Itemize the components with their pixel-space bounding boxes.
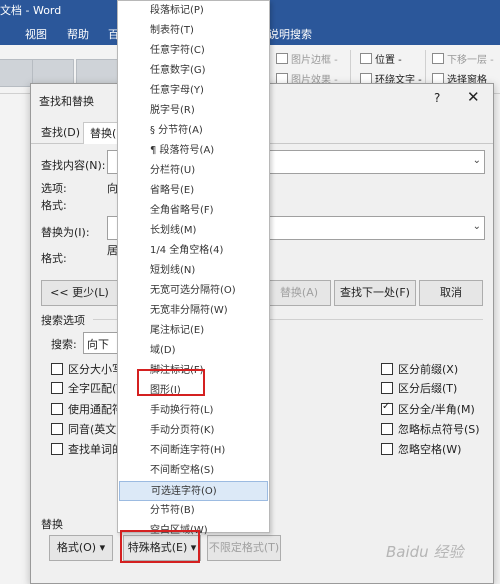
menu-item-any-letter[interactable]: 任意字母(Y) bbox=[119, 81, 268, 101]
checkbox-box[interactable] bbox=[51, 363, 63, 375]
checkbox-ignore-space[interactable]: 忽略空格(W) bbox=[381, 441, 461, 457]
find-what-label: 查找内容(N): bbox=[41, 159, 106, 172]
menu-item-caret[interactable]: 脱字号(R) bbox=[119, 101, 268, 121]
menu-item-endnote-mark[interactable]: 尾注标记(E) bbox=[119, 321, 268, 341]
menu-item-tab[interactable]: 制表符(T) bbox=[119, 21, 268, 41]
menu-item-section-char[interactable]: § 分节符(A) bbox=[119, 121, 268, 141]
menu-item-paragraph-mark[interactable]: 段落标记(P) bbox=[119, 1, 268, 21]
dialog-title: 查找和替换 bbox=[39, 95, 94, 108]
checkbox-box[interactable] bbox=[381, 423, 393, 435]
format-button[interactable]: 格式(O) ▾ bbox=[49, 535, 113, 561]
window-title: 文档 - Word bbox=[0, 4, 62, 17]
checkbox-wildcards[interactable]: 使用通配符 bbox=[51, 401, 123, 417]
menu-item-manual-page-break[interactable]: 手动分页符(K) bbox=[119, 421, 268, 441]
picture-border-icon bbox=[276, 53, 288, 64]
menu-item-non-breaking-hyphen[interactable]: 不间断连字符(H) bbox=[119, 441, 268, 461]
menu-item-section-break[interactable]: 分节符(B) bbox=[119, 501, 268, 521]
menu-item-fullwidth-ellipsis[interactable]: 全角省略号(F) bbox=[119, 201, 268, 221]
tab-find[interactable]: 查找(D) bbox=[35, 122, 86, 143]
menu-item-any-character[interactable]: 任意字符(C) bbox=[119, 41, 268, 61]
checkbox-match-suffix[interactable]: 区分后缀(T) bbox=[381, 380, 457, 396]
menu-item-optional-hyphen[interactable]: 可选连字符(O) bbox=[119, 481, 268, 501]
picture-style-thumb-1[interactable] bbox=[0, 59, 34, 87]
highlight-graphic-item bbox=[137, 369, 205, 396]
position-icon bbox=[360, 53, 372, 64]
checkbox-box[interactable] bbox=[381, 382, 393, 394]
replace-section-title: 替换 bbox=[41, 518, 63, 531]
replace-format-label: 格式: bbox=[41, 252, 67, 265]
replace-with-label: 替换为(I): bbox=[41, 226, 90, 239]
highlight-special-format-button bbox=[120, 530, 200, 563]
checkbox-box[interactable] bbox=[51, 423, 63, 435]
send-backward-button[interactable]: 下移一层 - bbox=[432, 51, 494, 66]
checkbox-box[interactable] bbox=[51, 382, 63, 394]
menu-item-ellipsis[interactable]: 省略号(E) bbox=[119, 181, 268, 201]
options-label: 选项: bbox=[41, 182, 67, 195]
checkbox-whole-word[interactable]: 全字匹配(Y) bbox=[51, 380, 127, 396]
close-icon[interactable]: ✕ bbox=[467, 88, 480, 106]
chevron-down-icon[interactable]: ⌄ bbox=[473, 221, 481, 232]
help-icon[interactable]: ? bbox=[434, 91, 440, 105]
menu-item-any-digit[interactable]: 任意数字(G) bbox=[119, 61, 268, 81]
less-button[interactable]: << 更少(L) bbox=[41, 280, 118, 306]
chevron-down-icon[interactable]: ⌄ bbox=[473, 155, 481, 166]
picture-border-button[interactable]: 图片边框 - bbox=[276, 51, 338, 66]
menu-item-field[interactable]: 域(D) bbox=[119, 341, 268, 361]
checkbox-sounds-like[interactable]: 同音(英文)( bbox=[51, 421, 125, 437]
search-direction-value: 向下 bbox=[87, 338, 109, 351]
checkbox-full-half-width[interactable]: 区分全/半角(M) bbox=[381, 401, 475, 417]
checkbox-box-checked[interactable] bbox=[381, 401, 393, 415]
position-button[interactable]: 位置 - bbox=[360, 51, 402, 66]
search-direction-label: 搜索: bbox=[51, 338, 77, 351]
checkbox-box[interactable] bbox=[51, 443, 63, 455]
checkbox-match-prefix[interactable]: 区分前缀(X) bbox=[381, 361, 458, 377]
menu-item-paragraph-char[interactable]: ¶ 段落符号(A) bbox=[119, 141, 268, 161]
menu-item-non-breaking-space[interactable]: 不间断空格(S) bbox=[119, 461, 268, 481]
menu-item-manual-line-break[interactable]: 手动换行符(L) bbox=[119, 401, 268, 421]
checkbox-ignore-punctuation[interactable]: 忽略标点符号(S) bbox=[381, 421, 480, 437]
checkbox-box[interactable] bbox=[381, 363, 393, 375]
tab-view[interactable]: 视图 bbox=[25, 26, 47, 42]
find-format-label: 格式: bbox=[41, 199, 67, 212]
cancel-button[interactable]: 取消 bbox=[419, 280, 483, 306]
search-options-title: 搜索选项 bbox=[41, 314, 85, 327]
menu-item-en-dash[interactable]: 短划线(N) bbox=[119, 261, 268, 281]
menu-item-zero-width-non-break[interactable]: 无宽非分隔符(W) bbox=[119, 301, 268, 321]
menu-item-column-break[interactable]: 分栏符(U) bbox=[119, 161, 268, 181]
tab-help[interactable]: 帮助 bbox=[67, 26, 89, 42]
watermark: Baidu 经验 bbox=[386, 543, 464, 561]
special-format-menu: 段落标记(P) 制表符(T) 任意字符(C) 任意数字(G) 任意字母(Y) 脱… bbox=[117, 0, 270, 536]
find-next-button[interactable]: 查找下一处(F) bbox=[334, 280, 416, 306]
checkbox-box[interactable] bbox=[381, 443, 393, 455]
checkbox-box[interactable] bbox=[51, 403, 63, 415]
menu-item-zero-width-optional-break[interactable]: 无宽可选分隔符(O) bbox=[119, 281, 268, 301]
tell-me-search[interactable]: 说明搜索 bbox=[268, 26, 312, 42]
menu-item-quarter-em-space[interactable]: 1/4 全角空格(4) bbox=[119, 241, 268, 261]
send-backward-icon bbox=[432, 53, 444, 64]
checkbox-match-case[interactable]: 区分大小写 bbox=[51, 361, 123, 377]
replace-button[interactable]: 替换(A) bbox=[267, 280, 331, 306]
menu-item-em-dash[interactable]: 长划线(M) bbox=[119, 221, 268, 241]
